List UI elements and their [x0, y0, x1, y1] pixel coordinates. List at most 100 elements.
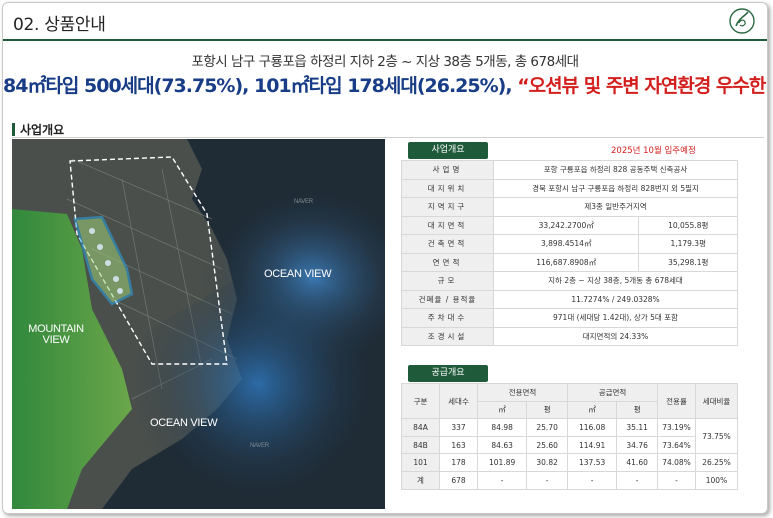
section-title: 사업개요: [12, 121, 64, 138]
row-label: 연면적: [401, 252, 494, 272]
row-label: 조경시설: [401, 326, 494, 346]
map-watermark: NAVER: [250, 443, 269, 449]
cell-ratio: -: [657, 470, 696, 490]
col-household-share: 세대비율: [695, 382, 738, 420]
overview-badge: 사업개요: [408, 142, 488, 159]
table-row: 대지면적 33,242.2700㎡ 10,055.8평: [401, 215, 738, 235]
cell-households: 337: [439, 418, 478, 437]
row-value: 11.7274% / 249.0328%: [493, 289, 738, 309]
cell-ex-pyeong: 25.70: [526, 418, 568, 437]
cell-type: 계: [401, 470, 440, 490]
row-value-pyeong: 35,298.1평: [638, 252, 738, 272]
cell-ratio: 74.08%: [657, 453, 696, 472]
table-row: 지역지구 제3종 일반주거지역: [401, 197, 738, 217]
col-pyeong: 평: [616, 400, 658, 420]
row-label: 규모: [401, 271, 494, 291]
section-marker: [12, 123, 15, 136]
project-summary: 포항시 남구 구룡포읍 하정리 지하 2층 ~ 지상 38층 5개동, 총 67…: [191, 54, 579, 70]
col-exclusive-area: 전용면적: [477, 383, 568, 402]
col-exclusive-ratio: 전용률: [657, 382, 696, 420]
row-value: 경북 포항시 남구 구룡포읍 하정리 828번지 외 5필지: [493, 178, 738, 198]
header-bar: 02. 상품안내: [3, 3, 767, 41]
row-value-pyeong: 1,179.3평: [638, 234, 738, 254]
row-label: 사업명: [401, 160, 494, 180]
map-watermark: NAVER: [294, 199, 313, 205]
cell-type: 101: [401, 453, 440, 472]
col-sqm: ㎡: [566, 400, 618, 420]
row-value-sqm: 33,242.2700㎡: [492, 215, 640, 235]
table-row: 조경시설 대지면적의 24.33%: [401, 326, 738, 346]
slide-frame: 02. 상품안내 포항시 남구 구룡포읍 하정리 지하 2층 ~ 지상 38층 …: [2, 2, 768, 514]
section-divider: [12, 137, 764, 138]
headline-types: 84㎡타입 500세대(73.75%), 101㎡타입 178세대(26.25%…: [3, 75, 513, 97]
cell-ex-pyeong: 30.82: [526, 453, 568, 472]
cell-type: 84B: [401, 435, 440, 455]
row-value-sqm: 3,898.4514㎡: [492, 234, 640, 254]
cell-households: 178: [439, 453, 478, 472]
headline-slogan: “오션뷰 및 주변 자연환경 우수한 입지”: [517, 75, 767, 97]
table-header-row: 구분 세대수 전용면적 공급면적 전용률 세대비율: [401, 382, 738, 420]
supply-badge: 공급개요: [408, 365, 488, 382]
row-label: 건폐율 / 용적율: [401, 289, 494, 309]
cell-type: 84A: [401, 418, 440, 437]
project-overview-table: 사업명 포항 구룡포읍 하정리 828 공동주택 신축공사 대지위치 경북 포항…: [401, 160, 738, 346]
ocean-view-label-south: OCEAN VIEW: [150, 417, 218, 429]
table-row: 대지위치 경북 포항시 남구 구룡포읍 하정리 828번지 외 5필지: [401, 178, 738, 198]
row-value: 포항 구룡포읍 하정리 828 공동주택 신축공사: [493, 160, 738, 180]
cell-sup-sqm: 114.91: [566, 435, 618, 455]
cell-ratio: 73.64%: [657, 435, 696, 455]
table-row: 계 678 - - - - - 100%: [401, 470, 738, 490]
cell-share: 73.75%: [695, 418, 738, 455]
col-supply-area: 공급면적: [566, 383, 659, 402]
cell-sup-pyeong: 34.76: [616, 435, 658, 455]
row-value: 제3종 일반주거지역: [493, 197, 738, 217]
row-value: 971대 (세대당 1.42대), 상가 5대 포함: [493, 308, 738, 328]
cell-sup-sqm: 116.08: [566, 418, 618, 437]
table-row: 84B 163 84.63 25.60 114.91 34.76 73.64%: [401, 435, 738, 455]
row-label: 건축면적: [401, 234, 494, 254]
section-title-text: 사업개요: [20, 123, 65, 137]
col-sqm: ㎡: [476, 400, 528, 420]
cell-share: 100%: [695, 470, 738, 490]
row-value-sqm: 116,687.8908㎡: [492, 252, 640, 272]
cell-share: 26.25%: [695, 453, 738, 472]
row-value: 대지면적의 24.33%: [493, 326, 738, 346]
col-type: 구분: [401, 382, 440, 420]
col-households: 세대수: [439, 382, 478, 420]
row-label: 주차대수: [401, 308, 494, 328]
table-row: 84A 337 84.98 25.70 116.08 35.11 73.19% …: [401, 418, 738, 455]
cell-ex-pyeong: 25.60: [526, 435, 568, 455]
cell-ratio: 73.19%: [657, 418, 696, 437]
cell-ex-sqm: -: [476, 470, 528, 490]
table-row: 주차대수 971대 (세대당 1.42대), 상가 5대 포함: [401, 308, 738, 328]
cell-ex-pyeong: -: [526, 470, 568, 490]
table-row: 규모 지하 2층 ~ 지상 38층, 5개동 총 678세대: [401, 271, 738, 291]
site-map: OCEAN VIEW OCEAN VIEW MOUNTAIN VIEW NAVE…: [12, 139, 385, 509]
table-row: 101 178 101.89 30.82 137.53 41.60 74.08%…: [401, 453, 738, 472]
row-value: 지하 2층 ~ 지상 38층, 5개동 총 678세대: [493, 271, 738, 291]
move-in-date: 2025년 10월 입주예정: [611, 146, 696, 156]
brand-circle-logo-icon: [729, 8, 755, 34]
row-label: 대지면적: [401, 215, 494, 235]
row-label: 대지위치: [401, 178, 494, 198]
cell-sup-pyeong: -: [616, 470, 658, 490]
cell-sup-sqm: -: [566, 470, 618, 490]
row-label: 지역지구: [401, 197, 494, 217]
cell-ex-sqm: 84.63: [476, 435, 528, 455]
table-row: 건폐율 / 용적율 11.7274% / 249.0328%: [401, 289, 738, 309]
mountain-view-label: MOUNTAIN VIEW: [28, 323, 84, 346]
table-row: 사업명 포항 구룡포읍 하정리 828 공동주택 신축공사: [401, 160, 738, 180]
cell-ex-sqm: 84.98: [476, 418, 528, 437]
ocean-view-label-east: OCEAN VIEW: [264, 268, 332, 280]
cell-sup-sqm: 137.53: [566, 453, 618, 472]
table-row: 연면적 116,687.8908㎡ 35,298.1평: [401, 252, 738, 272]
cell-households: 163: [439, 435, 478, 455]
cell-sup-pyeong: 35.11: [616, 418, 658, 437]
table-row: 건축면적 3,898.4514㎡ 1,179.3평: [401, 234, 738, 254]
cell-ex-sqm: 101.89: [476, 453, 528, 472]
row-value-pyeong: 10,055.8평: [638, 215, 738, 235]
supply-overview-table: 구분 세대수 전용면적 공급면적 전용률 세대비율 ㎡ 평 ㎡ 평 84A 33…: [401, 382, 738, 490]
cell-households: 678: [439, 470, 478, 490]
cell-sup-pyeong: 41.60: [616, 453, 658, 472]
headline: 84㎡타입 500세대(73.75%), 101㎡타입 178세대(26.25%…: [3, 71, 767, 98]
